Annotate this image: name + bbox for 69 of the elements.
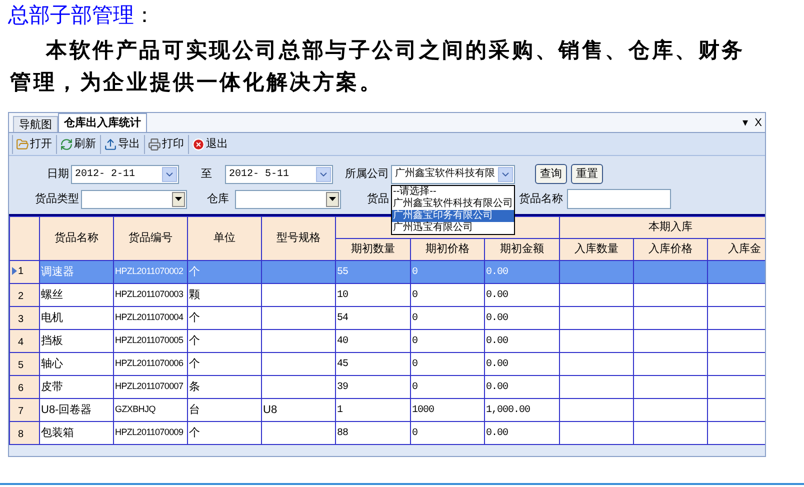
date-label: 日期 bbox=[47, 166, 70, 182]
company-select[interactable]: 广州鑫宝软件科技有限 bbox=[391, 164, 515, 184]
close-icon bbox=[192, 138, 205, 150]
column-header: 货品名称 bbox=[40, 216, 114, 260]
table-row[interactable]: 4 挡板 HPZL2011070005 个 40 0 0.00 bbox=[10, 330, 765, 352]
dropdown-option[interactable]: --请选择-- bbox=[392, 186, 514, 198]
row-number-cell: 6 bbox=[10, 376, 40, 398]
slide-title: 总部子部管理 bbox=[8, 3, 134, 27]
column-header: 入库金 bbox=[708, 238, 765, 260]
printer-icon bbox=[148, 138, 161, 150]
column-header: 入库数量 bbox=[560, 238, 634, 260]
table-cell: 0.00 bbox=[484, 422, 560, 444]
table-row[interactable]: 6 皮带 HPZL2011070007 条 39 0 0.00 bbox=[10, 376, 765, 398]
date-to-field[interactable]: 2012- 5-11 bbox=[225, 164, 333, 184]
title-colon: ： bbox=[134, 3, 155, 27]
table-row[interactable]: 3 电机 HPZL2011070004 个 54 0 0.00 bbox=[10, 306, 765, 330]
row-number-cell: 2 bbox=[10, 284, 40, 306]
goods-label: 货品 bbox=[367, 192, 389, 207]
row-number-cell: 8 bbox=[10, 422, 40, 444]
window-control[interactable]: ▾ bbox=[740, 114, 752, 132]
row-pointer-icon bbox=[12, 267, 17, 276]
folder-icon bbox=[16, 138, 29, 150]
goods-name-field[interactable] bbox=[567, 189, 671, 209]
toolbar-button[interactable]: 退出 bbox=[188, 134, 229, 154]
table-cell: 88 bbox=[336, 422, 410, 444]
table-cell: HPZL2011070009 bbox=[114, 422, 188, 444]
column-header: 期初数量 bbox=[336, 238, 410, 260]
toolbar-button[interactable]: 打印 bbox=[144, 134, 185, 154]
column-header: 期初金额 bbox=[484, 238, 560, 260]
row-number-cell: 5 bbox=[10, 352, 40, 376]
warehouse-label: 仓库 bbox=[207, 192, 230, 207]
toolbar-button[interactable]: 导出 bbox=[100, 134, 141, 154]
table-cell: 个 bbox=[188, 422, 262, 444]
header-cell bbox=[10, 216, 40, 260]
goods-name-label: 货品名称 bbox=[519, 192, 564, 207]
column-header: 入库价格 bbox=[634, 238, 708, 260]
toolbar-button[interactable]: 刷新 bbox=[56, 134, 97, 154]
table-cell: 包装箱 bbox=[40, 422, 114, 444]
type-label: 货品类型 bbox=[35, 192, 80, 207]
row-number-cell: 3 bbox=[10, 306, 40, 330]
toolbar-button[interactable]: 打开 bbox=[12, 134, 53, 154]
column-header: 型号规格 bbox=[262, 216, 336, 260]
group-header: 本期入库 bbox=[560, 216, 765, 238]
filter-button[interactable]: 重置 bbox=[571, 164, 603, 184]
column-header: 单位 bbox=[188, 216, 262, 260]
company-label: 所属公司 bbox=[345, 166, 390, 182]
to-label: 至 bbox=[201, 166, 213, 182]
date-from-field[interactable]: 2012- 2-11 bbox=[71, 164, 179, 184]
table-cell: 0 bbox=[410, 422, 484, 444]
table-row[interactable]: 7 U8-回卷器 GZXBHJQ 台 U8 1 1000 1,000.00 bbox=[10, 398, 765, 422]
refresh-icon bbox=[60, 138, 73, 150]
tab[interactable]: 仓库出入库统计 bbox=[58, 113, 147, 132]
column-header: 货品编号 bbox=[114, 216, 188, 260]
row-number-cell: 4 bbox=[10, 330, 40, 352]
table-row[interactable]: 5 轴心 HPZL2011070006 个 45 0 0.00 bbox=[10, 352, 765, 376]
dropdown-option[interactable]: 广州鑫宝软件科技有限公司 bbox=[392, 198, 514, 210]
filter-button[interactable]: 查询 bbox=[535, 164, 567, 184]
export-icon bbox=[104, 138, 117, 150]
dropdown-option[interactable]: 广州迅宝有限公司 bbox=[392, 222, 514, 234]
window-control[interactable]: X bbox=[752, 114, 765, 132]
intro-paragraph: 本软件产品可实现公司总部与子公司之间的采购、销售、仓库、财务管理，为企业提供一体化解决方案。 bbox=[9, 37, 746, 96]
table-row[interactable]: 2 螺丝 HPZL2011070003 颗 10 0 0.00 bbox=[10, 284, 765, 306]
dropdown-option[interactable]: 广州鑫宝印务有限公司 bbox=[392, 210, 514, 222]
row-number-cell: 1 bbox=[10, 260, 40, 284]
table-row[interactable]: 8 包装箱 HPZL2011070009 个 88 0 0.00 bbox=[10, 422, 765, 444]
row-number-cell: 7 bbox=[10, 398, 40, 422]
column-header: 期初价格 bbox=[410, 238, 484, 260]
tab[interactable]: 导航图 bbox=[13, 116, 58, 132]
table-row[interactable]: 1 调速器 HPZL2011070002 个 55 0 0.00 bbox=[10, 260, 765, 284]
